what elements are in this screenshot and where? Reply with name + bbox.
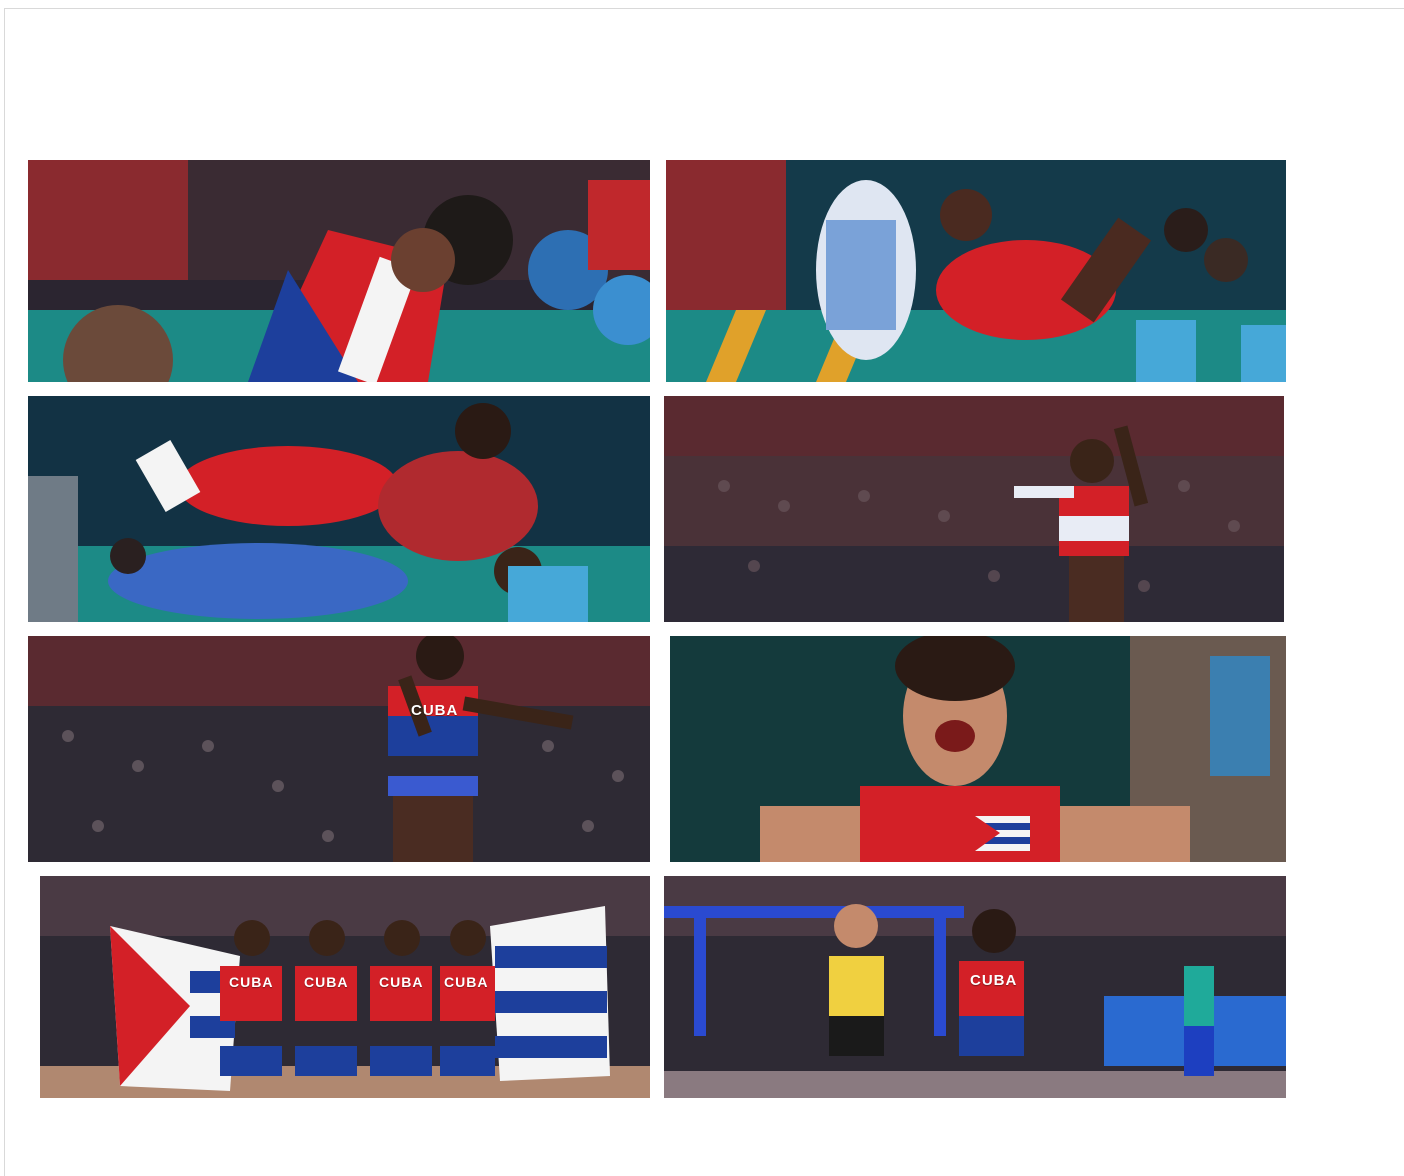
bib-text-3: CUBA bbox=[379, 974, 424, 990]
photo-wrestling-takedown bbox=[28, 396, 650, 622]
photo-sprint-finish: CUBA bbox=[664, 876, 1286, 1098]
photo-triple-jump bbox=[664, 396, 1284, 622]
photo-wrestler-shouting bbox=[670, 636, 1286, 862]
bib-text-4: CUBA bbox=[444, 974, 489, 990]
photo-wrestler-celebration bbox=[28, 160, 650, 382]
bib-text-sprinter: CUBA bbox=[970, 972, 1018, 989]
photo-relay-team: CUBA CUBA CUBA CUBA bbox=[40, 876, 650, 1098]
bib-text-2: CUBA bbox=[304, 974, 349, 990]
bib-text: CUBA bbox=[411, 702, 459, 719]
photo-long-jump: CUBA bbox=[28, 636, 650, 862]
photo-wrestling-throw bbox=[666, 160, 1286, 382]
bib-text-1: CUBA bbox=[229, 974, 274, 990]
